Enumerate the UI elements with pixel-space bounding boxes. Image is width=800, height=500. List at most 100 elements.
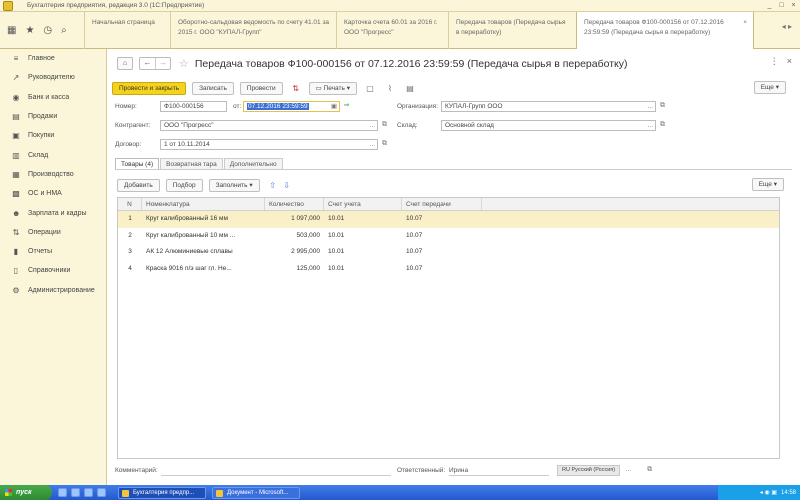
- row-nomenclature[interactable]: Круг калиброванный 16 мм: [142, 211, 265, 228]
- table-row[interactable]: 4 Краска 9016 п/э шаг гл. Не... 125,000 …: [118, 261, 779, 278]
- open-icon[interactable]: ⧉: [658, 101, 667, 112]
- dropdown-dots-icon[interactable]: ...: [648, 121, 653, 130]
- row-quantity[interactable]: 125,000: [265, 261, 324, 278]
- row-quantity[interactable]: 503,000: [265, 228, 324, 245]
- row-transfer-account[interactable]: 10.07: [402, 211, 482, 228]
- tab-turnover[interactable]: Оборотно-сальдовая ведомость по счету 41…: [170, 12, 336, 49]
- tab-transfer-list[interactable]: Передача товаров (Передача сырья в перер…: [448, 12, 576, 49]
- table-row[interactable]: 1 Круг калиброванный 16 мм 1 097,000 10.…: [118, 211, 779, 228]
- sidebar-item-reports[interactable]: ▮ Отчеты: [0, 242, 106, 261]
- sidebar-item-bank[interactable]: ◉ Банк и касса: [0, 88, 106, 107]
- open-icon[interactable]: ⧉: [658, 120, 667, 131]
- sidebar-item-assets[interactable]: ▩ ОС и НМА: [0, 184, 106, 203]
- sidebar-item-manager[interactable]: ↗ Руководителю: [0, 68, 106, 87]
- row-nomenclature[interactable]: Краска 9016 п/э шаг гл. Не...: [142, 261, 265, 278]
- document-icon[interactable]: ▢: [363, 82, 377, 95]
- dt-kt-icon[interactable]: ⇅: [289, 82, 303, 95]
- col-quantity[interactable]: Количество: [265, 198, 324, 210]
- move-up-icon[interactable]: ⇧: [266, 179, 280, 192]
- tab-transfer-doc[interactable]: × Передача товаров Ф100-000156 от 07.12.2…: [576, 12, 754, 49]
- minimize-button[interactable]: _: [765, 1, 774, 10]
- sidebar-item-sales[interactable]: ▤ Продажи: [0, 107, 106, 126]
- back-icon[interactable]: ←: [140, 58, 155, 69]
- fill-button[interactable]: Заполнить ▾: [208, 178, 260, 192]
- close-window-button[interactable]: ×: [789, 1, 798, 10]
- number-field[interactable]: Ф100-000156: [160, 101, 227, 112]
- maximize-button[interactable]: □: [777, 1, 786, 10]
- taskbar-item-1c[interactable]: Бухгалтерия предпр...: [118, 486, 206, 499]
- row-account[interactable]: 10.01: [324, 211, 402, 228]
- sidebar-item-salary[interactable]: ☻ Зарплата и кадры: [0, 203, 106, 222]
- row-quantity[interactable]: 2 995,000: [265, 244, 324, 261]
- tab-home[interactable]: Начальная страница: [84, 12, 170, 49]
- row-nomenclature[interactable]: Круг калиброванный 10 мм ...: [142, 228, 265, 245]
- col-n[interactable]: N: [118, 198, 142, 210]
- taskbar-item-word[interactable]: Документ - Microsoft...: [212, 486, 300, 499]
- row-transfer-account[interactable]: 10.07: [402, 261, 482, 278]
- save-button[interactable]: Записать: [192, 81, 234, 95]
- dropdown-dots-icon[interactable]: ...: [648, 102, 653, 111]
- close-form-icon[interactable]: ×: [787, 56, 792, 67]
- open-icon[interactable]: ⧉: [645, 465, 654, 476]
- add-row-button[interactable]: Добавить: [117, 178, 160, 192]
- date-arrow-icon[interactable]: ⇒: [342, 101, 351, 112]
- grid-icon[interactable]: ▦: [7, 25, 16, 36]
- row-account[interactable]: 10.01: [324, 261, 402, 278]
- language-indicator[interactable]: RU Русский (Россия): [557, 464, 621, 476]
- table-more-button[interactable]: Еще ▾: [751, 178, 784, 191]
- table-row[interactable]: 3 АК 12 Алюминиевые сплавы 2 995,000 10.…: [118, 244, 779, 261]
- sidebar-item-admin[interactable]: ⚙ Администрирование: [0, 281, 106, 300]
- sidebar-item-production[interactable]: ▦ Производство: [0, 165, 106, 184]
- table-row[interactable]: 2 Круг калиброванный 10 мм ... 503,000 1…: [118, 228, 779, 245]
- tabs-menu-icon[interactable]: ◂ ▸: [782, 22, 792, 31]
- comment-field[interactable]: [161, 465, 391, 476]
- close-tab-icon[interactable]: ×: [743, 18, 747, 28]
- media-icon[interactable]: [84, 488, 93, 497]
- desktop-icon[interactable]: [71, 488, 80, 497]
- ie-icon[interactable]: [58, 488, 67, 497]
- home-button[interactable]: ⌂: [117, 57, 133, 70]
- post-button[interactable]: Провести: [239, 81, 283, 95]
- row-quantity[interactable]: 1 097,000: [265, 211, 324, 228]
- pick-button[interactable]: Подбор: [165, 178, 203, 192]
- org-field[interactable]: КУПАЛ-Групп ООО...: [441, 101, 656, 112]
- date-field[interactable]: 07.12.2016 23:59:59 ▣: [243, 101, 340, 112]
- sidebar-item-operations[interactable]: ⇅ Операции: [0, 223, 106, 242]
- sidebar-item-main[interactable]: ≡ Главное: [0, 49, 106, 68]
- col-transfer-account[interactable]: Счет передачи: [402, 198, 482, 210]
- forward-icon[interactable]: →: [155, 58, 170, 69]
- col-nomenclature[interactable]: Номенклатура: [142, 198, 265, 210]
- folder-icon[interactable]: [97, 488, 106, 497]
- tab-account-card[interactable]: Карточка счета 60.01 за 2016 г. ООО "Про…: [336, 12, 448, 49]
- sidebar-item-catalogs[interactable]: ▯ Справочники: [0, 261, 106, 280]
- open-icon[interactable]: ⧉: [380, 120, 389, 131]
- sidebar-item-warehouse[interactable]: ▥ Склад: [0, 145, 106, 164]
- tray-icons[interactable]: ◂ ◉ ▣: [760, 489, 777, 496]
- row-transfer-account[interactable]: 10.07: [402, 244, 482, 261]
- contractor-field[interactable]: ООО "Прогресс"...: [160, 120, 378, 131]
- attach-icon[interactable]: ⌇: [383, 82, 397, 95]
- calendar-icon[interactable]: ▣: [331, 102, 337, 111]
- dropdown-dots-icon[interactable]: ...: [370, 140, 375, 149]
- sidebar-item-purchases[interactable]: ▣ Покупки: [0, 126, 106, 145]
- row-nomenclature[interactable]: АК 12 Алюминиевые сплавы: [142, 244, 265, 261]
- dropdown-dots-icon[interactable]: ...: [370, 121, 375, 130]
- contract-field[interactable]: 1 от 10.11.2014...: [160, 139, 378, 150]
- open-icon[interactable]: ⧉: [380, 139, 389, 150]
- favorite-star-icon[interactable]: ☆: [179, 57, 189, 70]
- report-icon[interactable]: ▤: [403, 82, 417, 95]
- more-vertical-icon[interactable]: ⋮: [770, 56, 779, 67]
- row-transfer-account[interactable]: 10.07: [402, 228, 482, 245]
- search-icon[interactable]: ⌕: [61, 25, 67, 36]
- warehouse-field[interactable]: Основной склад...: [441, 120, 656, 131]
- print-button[interactable]: ▭ Печать ▾: [308, 81, 357, 95]
- col-account[interactable]: Счет учета: [324, 198, 402, 210]
- start-button[interactable]: пуск: [0, 485, 52, 500]
- row-account[interactable]: 10.01: [324, 228, 402, 245]
- responsible-field[interactable]: Ирина: [449, 465, 549, 476]
- more-button[interactable]: Еще ▾: [753, 81, 786, 94]
- history-icon[interactable]: ◷: [43, 25, 52, 36]
- dropdown-dots-icon[interactable]: ...: [624, 465, 633, 476]
- star-icon[interactable]: ★: [25, 25, 34, 36]
- row-account[interactable]: 10.01: [324, 244, 402, 261]
